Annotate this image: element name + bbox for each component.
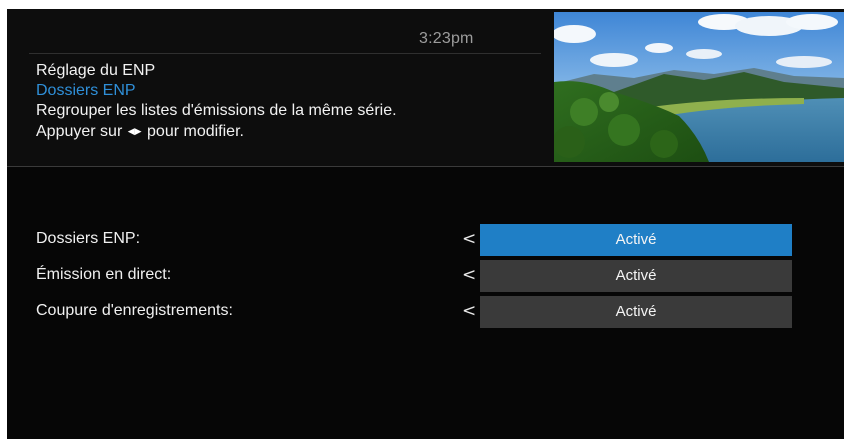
left-right-arrows-icon: ◀▶ — [127, 126, 142, 136]
setting-label: Coupure d'enregistrements: — [36, 302, 233, 319]
setting-label: Émission en direct: — [36, 266, 172, 283]
selected-setting-name: Dossiers ENP — [36, 82, 136, 99]
setting-description: Réglage du ENP Dossiers ENP Regrouper le… — [36, 61, 536, 142]
setting-row-emission-en-direct[interactable]: Émission en direct: < Activé — [7, 260, 844, 292]
chevron-left-icon[interactable]: < — [462, 229, 476, 249]
instruction-prefix: Appuyer sur — [36, 123, 123, 140]
instruction-suffix: pour modifier. — [147, 123, 244, 140]
setting-value-selector[interactable]: Activé — [480, 224, 792, 256]
setting-label: Dossiers ENP: — [36, 230, 141, 247]
chevron-left-icon[interactable]: < — [462, 265, 476, 285]
clock: 3:23pm — [419, 30, 474, 47]
setting-row-coupure-enregistrements[interactable]: Coupure d'enregistrements: < Activé — [7, 296, 844, 328]
menu-title: Réglage du ENP — [36, 62, 156, 79]
info-panel: 3:23pm Réglage du ENP Dossiers ENP Regro… — [7, 9, 844, 166]
setting-value-selector[interactable]: Activé — [480, 260, 792, 292]
header-divider — [29, 53, 541, 54]
video-preview — [554, 12, 844, 162]
panel-divider — [7, 166, 844, 167]
chevron-left-icon[interactable]: < — [462, 301, 476, 321]
landscape-preview-image — [554, 12, 844, 162]
setting-value-selector[interactable]: Activé — [480, 296, 792, 328]
setting-row-dossiers-enp[interactable]: Dossiers ENP: < Activé — [7, 224, 844, 256]
instruction-text: Appuyer sur ◀▶ pour modifier. — [36, 121, 536, 142]
setting-help-text: Regrouper les listes d'émissions de la m… — [36, 102, 397, 119]
tv-screen: 3:23pm Réglage du ENP Dossiers ENP Regro… — [7, 9, 844, 439]
